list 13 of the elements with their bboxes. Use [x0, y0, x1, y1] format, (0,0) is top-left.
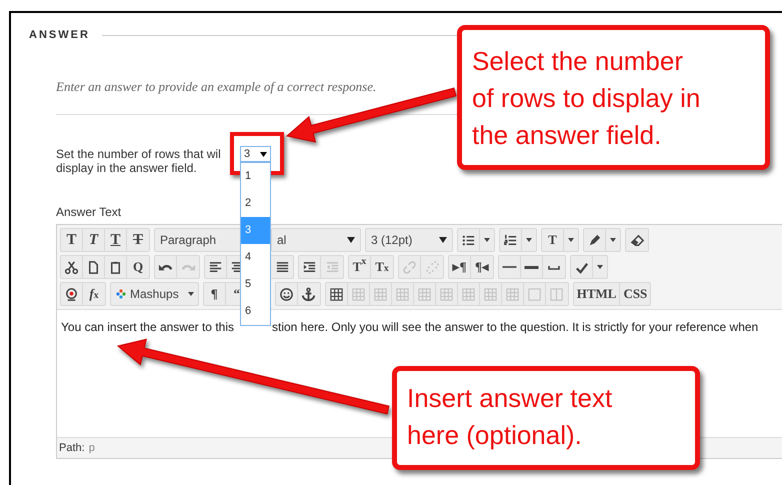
path-value: p: [88, 440, 95, 456]
answer-text-label: Answer Text: [56, 204, 122, 221]
answer-text: You can insert the answer to this: [61, 319, 234, 336]
path-label: Path:: [59, 440, 85, 456]
callout-text: Insert answer text: [407, 382, 614, 415]
callout-text: here (optional).: [407, 419, 583, 452]
callout-text: the answer field.: [472, 119, 662, 152]
callout-text: Select the number: [472, 45, 684, 78]
callout-text: of rows to display in: [472, 82, 702, 115]
rows-label: Set the number of rows that wil display in the answer field.: [56, 147, 222, 175]
instructions-text: Enter an answer to provide an example of a correct response.: [56, 78, 378, 96]
answer-text: stion here. Only you will see the answer to the question. It is strictly for your reference when: [272, 319, 758, 336]
section-heading: ANSWER: [29, 28, 90, 43]
